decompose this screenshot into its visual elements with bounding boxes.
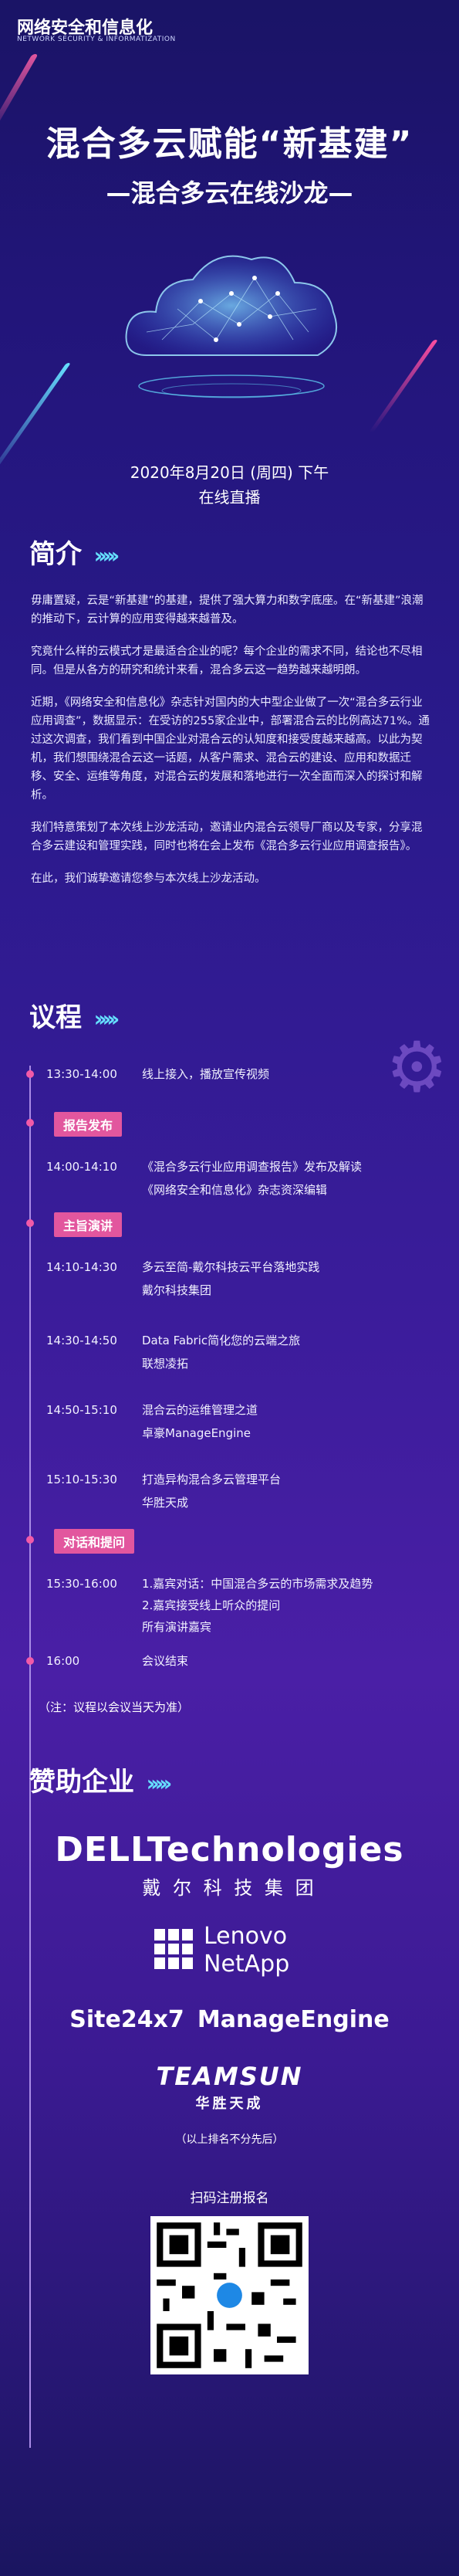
intro-paragraph: 近期，《网络安全和信息化》杂志针对国内的大中型企业做了一次“混合多云行业应用调查…	[31, 697, 430, 802]
timeline-line	[29, 1066, 31, 2448]
teamsun-cn-name: 华胜天成	[195, 2096, 264, 2112]
intro-paragraph: 在此，我们诚挚邀请您参与本次线上沙龙活动。	[31, 873, 266, 885]
agenda-item: 14:50-15:10 混合云的运维管理之道 卓豪ManageEngine	[46, 1402, 258, 1440]
site24x7-logo: Site24x7	[69, 2006, 184, 2033]
intro-paragraph: 毋庸置疑，云是“新基建”的基建，提供了强大算力和数字底座。在“新基建”浪潮的推动…	[31, 595, 424, 625]
agenda-desc: Data Fabric简化您的云端之旅	[142, 1334, 301, 1347]
timeline-dot	[26, 1119, 34, 1127]
agenda-time: 14:50-15:10	[46, 1403, 117, 1417]
agenda-desc: 混合云的运维管理之道	[142, 1403, 258, 1417]
agenda-time: 14:10-14:30	[46, 1260, 117, 1274]
agenda-item: 14:30-14:50 Data Fabric简化您的云端之旅 联想凌拓	[46, 1332, 301, 1371]
agenda-item: 14:10-14:30 多云至简-戴尔科技云平台落地实践 戴尔科技集团	[46, 1259, 320, 1297]
agenda-desc: 《混合多云行业应用调查报告》发布及解读	[142, 1160, 363, 1174]
agenda-time: 16:00	[46, 1654, 80, 1668]
netapp-grid-icon	[154, 1929, 194, 1969]
timeline-dot	[26, 1219, 34, 1227]
gear-icon: ⚙	[386, 1027, 448, 1108]
lenovo-logo: Lenovo	[204, 1923, 288, 1950]
sponsor-teamsun: TEAMSUN 华胜天成	[0, 2062, 459, 2113]
agenda-desc: 打造异构混合多云管理平台	[142, 1473, 282, 1486]
agenda-speaker: 戴尔科技集团	[142, 1283, 212, 1297]
intro-paragraph: 我们特意策划了本次线上沙龙活动，邀请业内混合云领导厂商以及专家，分享混合多云建设…	[31, 822, 423, 852]
hero-title: 混合多云赋能“新基建”	[46, 124, 413, 164]
agenda-speaker: 卓豪ManageEngine	[142, 1426, 251, 1440]
agenda-speaker: 所有演讲嘉宾	[142, 1620, 212, 1634]
agenda-time: 14:30-14:50	[46, 1334, 117, 1347]
brand-logo-subtitle: NETWORK SECURITY & INFORMATIZATION	[17, 36, 176, 43]
register-label: 扫码注册报名	[190, 2191, 269, 2206]
agenda-item: 15:30-16:00 1.嘉宾对话：中国混合多云的市场需求及趋势 2.嘉宾接受线…	[46, 1575, 373, 1634]
agenda-desc: 线上接入，播放宣传视频	[142, 1067, 270, 1081]
event-date: 2020年8月20日 (周四) 下午	[130, 463, 329, 482]
decor-stroke-right	[368, 340, 439, 432]
manageengine-logo: ManageEngine	[197, 2006, 390, 2033]
event-mode: 在线直播	[198, 488, 261, 507]
agenda-time: 14:00-14:10	[46, 1160, 117, 1174]
sponsor-dell: DELLTechnologies 戴 尔 科 技 集 团	[0, 1830, 459, 1900]
agenda-desc-2: 2.嘉宾接受线上听众的提问	[142, 1598, 281, 1612]
chevrons-icon: ›››››	[90, 1006, 120, 1032]
registration-qr-code[interactable]	[150, 2216, 309, 2374]
timeline-dot	[26, 1070, 34, 1078]
dell-logo: DELLTechnologies	[55, 1830, 404, 1869]
agenda-speaker: 联想凌拓	[142, 1357, 189, 1371]
agenda-time: 15:10-15:30	[46, 1473, 117, 1486]
tag-report: 报告发布	[54, 1112, 123, 1137]
agenda-speaker: 华胜天成	[142, 1496, 189, 1510]
section-heading-sponsors: 赞助企业 ›››››	[29, 1761, 173, 1798]
chevrons-icon: ›››››	[143, 1771, 173, 1796]
agenda-desc: 会议结束	[142, 1654, 189, 1668]
agenda-time: 13:30-14:00	[46, 1067, 117, 1081]
agenda-item: 16:00 会议结束	[46, 1652, 188, 1669]
section-heading-intro: 简介 ›››››	[29, 533, 120, 571]
sponsor-order-note: （以上排名不分先后）	[175, 2134, 284, 2146]
teamsun-logo: TEAMSUN	[156, 2062, 303, 2091]
agenda-note: （注：议程以会议当天为准）	[39, 1700, 190, 1714]
agenda-time: 15:30-16:00	[46, 1577, 117, 1591]
network-cloud-illustration	[125, 255, 337, 398]
sponsor-zoho: Site24x7 ManageEngine	[0, 2006, 459, 2033]
qr-code-icon	[157, 2222, 302, 2368]
sponsors-heading-text: 赞助企业	[29, 1767, 134, 1798]
timeline-dot	[26, 1536, 34, 1544]
intro-paragraph: 究竟什么样的云模式才是最适合企业的呢？每个企业的需求不同，结论也不尽相同。但是从…	[31, 646, 423, 676]
tag-keynote: 主旨演讲	[54, 1212, 123, 1237]
agenda-desc: 多云至简-戴尔科技云平台落地实践	[142, 1260, 320, 1274]
agenda-item: 14:00-14:10 《混合多云行业应用调查报告》发布及解读 《网络安全和信息化…	[46, 1158, 363, 1197]
chevrons-icon: ›››››	[90, 543, 120, 568]
hero-subtitle: —混合多云在线沙龙—	[106, 178, 353, 208]
intro-heading-text: 简介	[29, 539, 82, 570]
netapp-logo: NetApp	[204, 1951, 290, 1978]
agenda-item: 15:10-15:30 打造异构混合多云管理平台 华胜天成	[46, 1471, 282, 1510]
dell-cn-name: 戴 尔 科 技 集 团	[142, 1877, 317, 1899]
agenda-heading-text: 议程	[29, 1002, 82, 1033]
agenda-desc: 1.嘉宾对话：中国混合多云的市场需求及趋势	[142, 1577, 373, 1591]
agenda-speaker: 《网络安全和信息化》杂志资深编辑	[142, 1183, 328, 1197]
agenda-item: 13:30-14:00 线上接入，播放宣传视频	[46, 1066, 269, 1082]
tag-dialogue: 对话和提问	[54, 1529, 135, 1554]
timeline-dot	[26, 1657, 34, 1665]
intro-body: 毋庸置疑，云是“新基建”的基建，提供了强大算力和数字底座。在“新基建”浪潮的推动…	[31, 591, 432, 902]
section-heading-agenda: 议程 ›››››	[29, 996, 120, 1034]
sponsor-lenovo-netapp: Lenovo NetApp	[154, 1923, 324, 1985]
